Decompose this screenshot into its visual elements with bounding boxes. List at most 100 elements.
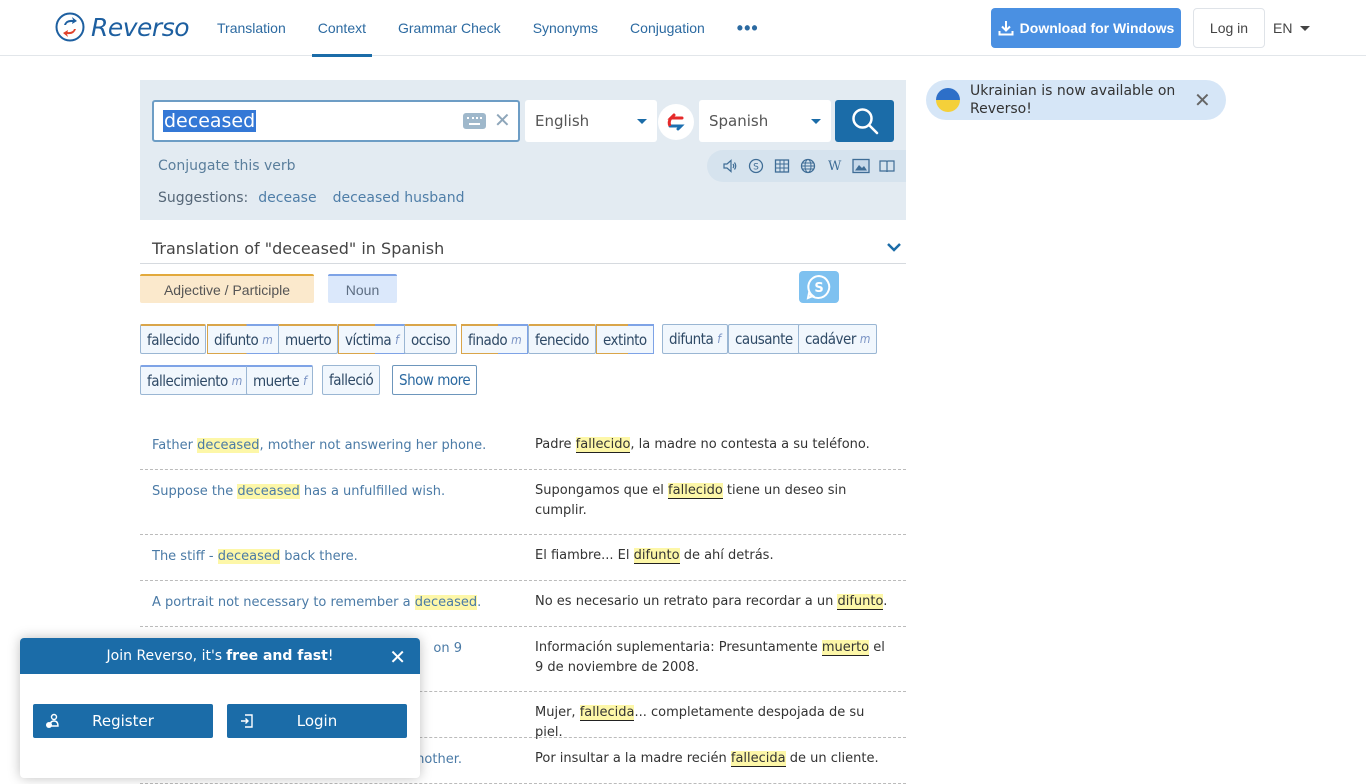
translation-chip[interactable]: finado m (461, 324, 529, 354)
sentence-text: A portrait not necessary to remember a (152, 595, 415, 610)
clear-icon[interactable]: ✕ (494, 108, 511, 133)
top-navigation-bar: Reverso Translation Context Grammar Chec… (0, 0, 1366, 57)
login-button[interactable]: Login (227, 704, 407, 738)
suggestion-link[interactable]: decease (258, 190, 316, 206)
nav-label: Grammar Check (398, 20, 501, 36)
translation-section-header[interactable]: Translation of "deceased" in Spanish (140, 232, 906, 264)
wikipedia-icon[interactable]: W (826, 157, 844, 175)
join-reverso-popup: Join Reverso, it's free and fast! ✕ Regi… (20, 638, 420, 778)
pos-tab-adjective[interactable]: Adjective / Participle (140, 274, 314, 303)
example-target: No es necesario un retrato para recordar… (535, 592, 895, 612)
example-target: Supongamos que el fallecido tiene un des… (535, 481, 895, 521)
highlighted-term: difunto (633, 548, 680, 564)
notice-text: Ukrainian is now available on Reverso! (970, 83, 1176, 117)
search-input[interactable]: deceased ✕ (152, 100, 520, 142)
translation-chip[interactable]: extinto (596, 324, 654, 354)
keyboard-icon[interactable] (463, 113, 486, 129)
target-language-select[interactable]: Spanish (699, 100, 831, 142)
translation-chip[interactable]: muerte f (246, 365, 314, 395)
translation-chip[interactable]: muerto (278, 324, 339, 354)
example-row[interactable]: A portrait not necessary to remember a d… (140, 581, 906, 627)
suggestions-label: Suggestions: (158, 190, 249, 206)
nav-context[interactable]: Context (302, 0, 382, 57)
chip-word: finado (468, 330, 508, 349)
highlighted-term: muerto (821, 640, 870, 656)
popup-title-suffix: ! (327, 648, 334, 664)
chip-word: causante (735, 330, 793, 348)
close-icon[interactable]: ✕ (1194, 88, 1211, 113)
sentence-text: back there. (280, 549, 358, 564)
svg-text:S: S (753, 163, 759, 173)
table-icon[interactable] (773, 157, 791, 175)
swap-languages-button[interactable] (658, 104, 694, 140)
sentence-text: Padre (535, 437, 576, 452)
synonyms-badge[interactable]: S (799, 271, 839, 303)
globe-icon[interactable] (799, 157, 817, 175)
sentence-text: No es necesario un retrato para recordar… (535, 594, 838, 609)
translation-chip[interactable]: difunto m (207, 324, 280, 354)
chip-word: muerto (285, 330, 332, 349)
source-language-select[interactable]: English (525, 100, 657, 142)
example-target: Por insultar a la madre recién fallecida… (535, 749, 895, 769)
register-label: Register (92, 712, 154, 730)
search-query[interactable]: deceased (163, 110, 257, 132)
book-icon[interactable] (878, 157, 896, 175)
reverso-logo[interactable]: Reverso (55, 12, 190, 42)
highlighted-term: deceased (414, 595, 478, 610)
nav-synonyms[interactable]: Synonyms (517, 0, 614, 56)
search-icon (851, 108, 878, 135)
translation-chip[interactable]: víctima f (338, 324, 406, 354)
highlighted-term: fallecida (579, 705, 635, 721)
nav-label: Context (317, 20, 366, 36)
gender-marker: f (395, 332, 399, 347)
chevron-down-icon[interactable] (886, 240, 902, 254)
chip-word: falleció (329, 371, 374, 389)
example-row[interactable]: The stiff - deceased back there. El fiamb… (140, 535, 906, 581)
synonyms-icon[interactable]: S (747, 157, 765, 175)
conjugate-verb-link[interactable]: Conjugate this verb (158, 158, 296, 174)
translation-chip[interactable]: fenecido (528, 324, 596, 354)
show-more-button[interactable]: Show more (392, 365, 478, 395)
register-button[interactable]: Register (33, 704, 213, 738)
target-language-label: Spanish (709, 112, 769, 130)
search-button[interactable] (835, 100, 894, 142)
close-icon[interactable]: ✕ (389, 645, 406, 669)
translation-chip[interactable]: falleció (322, 365, 381, 395)
sentence-text: Supongamos que el (535, 483, 669, 498)
svg-text:S: S (814, 281, 823, 296)
reverso-logo-icon (55, 12, 85, 42)
speaker-icon[interactable] (721, 157, 739, 175)
chip-word: fallecido (147, 330, 200, 349)
highlighted-term: fallecida (730, 751, 786, 767)
example-target: Información suplementaria: Presuntamente… (535, 638, 895, 678)
sentence-text: on 9 (433, 641, 462, 656)
nav-grammar-check[interactable]: Grammar Check (382, 0, 517, 56)
pos-tab-noun[interactable]: Noun (328, 274, 397, 303)
sentence-text: de ahí detrás. (679, 548, 774, 563)
download-for-windows-button[interactable]: Download for Windows (991, 8, 1181, 48)
source-language-label: English (535, 112, 590, 130)
translation-chip[interactable]: fallecido (140, 324, 207, 354)
translation-chip[interactable]: cadáver m (798, 324, 877, 354)
highlighted-term: deceased (197, 438, 260, 453)
chevron-down-icon (811, 118, 821, 124)
sentence-text: de un cliente. (785, 751, 879, 766)
interface-language-select[interactable]: EN (1273, 8, 1311, 48)
nav-translation[interactable]: Translation (201, 0, 302, 56)
chevron-down-icon (1300, 25, 1311, 31)
log-in-button[interactable]: Log in (1193, 8, 1265, 48)
nav-conjugation[interactable]: Conjugation (614, 0, 721, 56)
more-menu-icon[interactable]: ••• (721, 0, 775, 56)
example-row[interactable]: Father deceased, mother not answering he… (140, 424, 906, 470)
image-icon[interactable] (852, 157, 870, 175)
translation-chip[interactable]: fallecimiento m (140, 365, 249, 395)
sentence-text: , mother not answering her phone. (259, 438, 487, 453)
translation-chip[interactable]: occiso (404, 324, 458, 354)
nav-label: Translation (217, 20, 286, 36)
translation-chip[interactable]: difunta f (662, 324, 728, 354)
chip-word: fenecido (535, 330, 589, 349)
translation-chip[interactable]: causante (728, 324, 800, 354)
suggestion-link[interactable]: deceased husband (333, 190, 465, 206)
example-target: El fiambre... El difunto de ahí detrás. (535, 546, 895, 566)
example-row[interactable]: Suppose the deceased has a unfulfilled w… (140, 470, 906, 535)
